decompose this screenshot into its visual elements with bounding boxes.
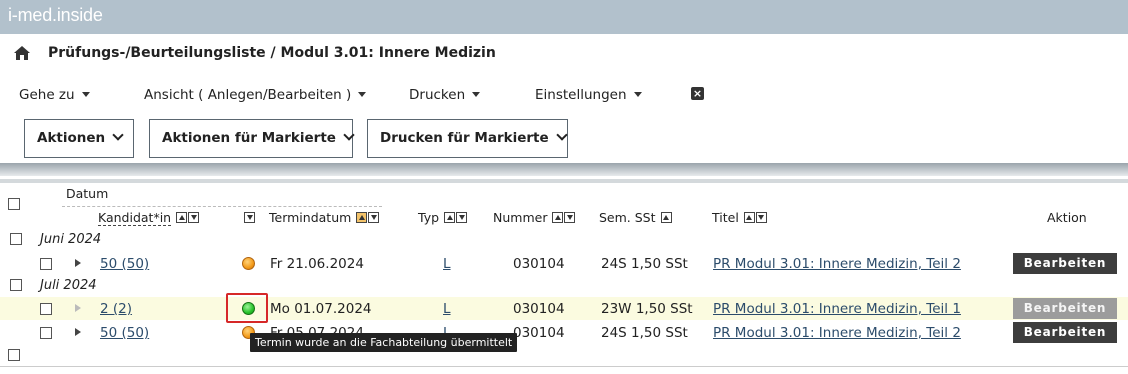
filter-icon[interactable] — [244, 212, 255, 223]
marked-print-dropdown-button[interactable]: Drucken für Markierte — [367, 119, 568, 158]
menu-print-label: Drucken — [409, 87, 466, 103]
marked-actions-label: Aktionen für Markierte — [162, 130, 336, 146]
menu-settings-label: Einstellungen — [535, 87, 627, 103]
course-number: 030104 — [513, 325, 565, 341]
column-header-candidate-label: Kandidat*in — [98, 210, 172, 226]
column-header-date: Termindatum — [269, 210, 380, 225]
column-header-status — [243, 210, 255, 225]
appointment-date: Mo 01.07.2024 — [270, 301, 372, 317]
type-link[interactable]: L — [443, 256, 451, 272]
filter-icon[interactable] — [564, 212, 576, 223]
sort-asc-icon[interactable] — [743, 212, 755, 223]
row-checkbox[interactable] — [40, 327, 52, 339]
row-checkbox[interactable] — [40, 303, 52, 315]
actions-dropdown-button[interactable]: Aktionen — [24, 119, 134, 158]
title-link[interactable]: PR Modul 3.01: Innere Medizin, Teil 2 — [713, 325, 961, 341]
candidates-link[interactable]: 50 (50) — [100, 325, 149, 341]
table-row: 50 (50) Fr 21.06.2024 L 030104 24S 1,50 … — [0, 252, 1128, 275]
sort-asc-icon[interactable] — [444, 212, 456, 223]
expand-triangle-icon[interactable] — [75, 259, 81, 267]
table-bottom-border — [0, 366, 1128, 367]
course-number: 030104 — [513, 256, 565, 272]
brand-part1: i-med — [8, 5, 53, 25]
filter-icon[interactable] — [456, 212, 468, 223]
table-row: 50 (50) Fr 05.07.2024 L 030104 24S 1,50 … — [0, 321, 1128, 344]
brand-part2: inside — [56, 5, 103, 25]
brand-logo[interactable]: i-med.inside — [8, 5, 103, 26]
caret-down-icon — [633, 91, 642, 97]
candidates-link[interactable]: 2 (2) — [100, 301, 132, 317]
menu-goto[interactable]: Gehe zu — [19, 87, 90, 103]
edit-button-disabled[interactable]: Bearbeiten — [1013, 298, 1117, 319]
semester-hours: 24S 1,50 SSt — [601, 256, 688, 272]
home-icon[interactable] — [14, 46, 30, 60]
column-header-datum: Datum — [66, 186, 109, 201]
appointment-date: Fr 21.06.2024 — [270, 256, 364, 272]
menu-view-label: Ansicht ( Anlegen/Bearbeiten ) — [144, 87, 352, 103]
menu-settings[interactable]: Einstellungen — [535, 87, 642, 103]
group-checkbox[interactable] — [10, 233, 22, 245]
column-header-action: Aktion — [1047, 210, 1087, 225]
sort-asc-icon[interactable] — [356, 212, 368, 223]
filter-icon[interactable] — [188, 212, 200, 223]
status-tooltip: Termin wurde an die Fachabteilung übermi… — [250, 333, 518, 352]
select-all-bottom-checkbox[interactable] — [8, 349, 20, 361]
semester-hours: 23W 1,50 SSt — [601, 301, 693, 317]
group-label: Juni 2024 — [40, 232, 102, 247]
annotation-highlight-box — [226, 293, 268, 323]
caret-down-icon — [358, 91, 367, 97]
chevron-down-icon — [343, 129, 355, 141]
sort-asc-icon[interactable] — [176, 212, 188, 223]
marked-actions-dropdown-button[interactable]: Aktionen für Markierte — [149, 119, 355, 158]
column-header-sem: Sem. SSt — [599, 210, 672, 225]
row-checkbox[interactable] — [40, 258, 52, 270]
chevron-down-icon — [555, 129, 568, 141]
divider — [0, 179, 1128, 183]
column-header-number: Nummer — [493, 210, 576, 225]
marked-print-label: Drucken für Markierte — [380, 130, 549, 146]
table-row: 2 (2) Mo 01.07.2024 L 030104 23W 1,50 SS… — [0, 297, 1128, 320]
sort-asc-icon[interactable] — [660, 212, 672, 223]
top-bar: i-med.inside — [0, 0, 1128, 34]
edit-button[interactable]: Bearbeiten — [1013, 253, 1117, 274]
expand-triangle-icon[interactable] — [75, 328, 81, 336]
orange-status-icon[interactable] — [242, 257, 255, 270]
filter-icon[interactable] — [368, 212, 380, 223]
column-header-title-label: Titel — [712, 210, 739, 225]
close-icon[interactable]: × — [691, 87, 704, 100]
actions-label: Aktionen — [37, 130, 106, 146]
chevron-down-icon — [112, 129, 124, 141]
header-shadow — [0, 163, 1128, 176]
menu-print[interactable]: Drucken — [409, 87, 481, 103]
group-checkbox[interactable] — [10, 279, 22, 291]
menu-goto-label: Gehe zu — [19, 87, 75, 103]
column-header-title: Titel — [712, 210, 767, 225]
course-number: 030104 — [513, 301, 565, 317]
filter-icon[interactable] — [755, 212, 767, 223]
group-label: Juli 2024 — [40, 278, 97, 293]
column-header-date-label: Termindatum — [269, 210, 352, 225]
column-header-type: Typ — [418, 210, 468, 225]
edit-button[interactable]: Bearbeiten — [1013, 322, 1117, 343]
caret-down-icon — [81, 91, 90, 97]
column-header-type-label: Typ — [418, 210, 440, 225]
expand-triangle-icon[interactable] — [75, 304, 81, 312]
semester-hours: 24S 1,50 SSt — [601, 325, 688, 341]
page-title: Prüfungs-/Beurteilungsliste / Modul 3.01… — [48, 45, 496, 61]
menu-view[interactable]: Ansicht ( Anlegen/Bearbeiten ) — [144, 87, 367, 103]
column-header-candidate: Kandidat*in — [98, 210, 200, 226]
title-link[interactable]: PR Modul 3.01: Innere Medizin, Teil 1 — [713, 301, 961, 317]
title-link[interactable]: PR Modul 3.01: Innere Medizin, Teil 2 — [713, 256, 961, 272]
column-header-number-label: Nummer — [493, 210, 548, 225]
caret-down-icon — [472, 91, 481, 97]
candidates-link[interactable]: 50 (50) — [100, 256, 149, 272]
sort-asc-icon[interactable] — [552, 212, 564, 223]
header-divider — [62, 206, 382, 207]
column-header-sem-label: Sem. SSt — [599, 210, 656, 225]
select-all-checkbox[interactable] — [8, 198, 20, 210]
type-link[interactable]: L — [443, 301, 451, 317]
